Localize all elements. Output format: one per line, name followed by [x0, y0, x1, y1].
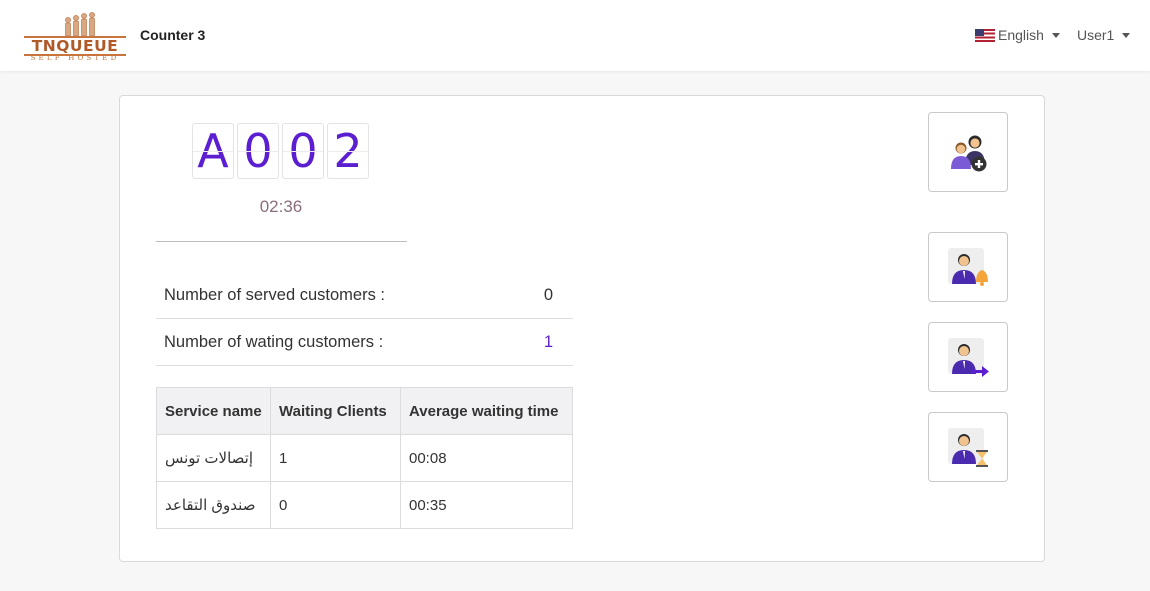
column-header: Waiting Clients	[270, 387, 401, 435]
ticket-char: 0	[282, 123, 324, 179]
column-header: Average waiting time	[400, 387, 573, 435]
served-customers-count: 0	[543, 285, 553, 304]
ticket-char: 0	[237, 123, 279, 179]
logo-text: TNQUEUE	[24, 36, 126, 56]
waiting-clients-cell: 1	[270, 434, 401, 482]
logo-subtext: SELF HOSTED	[30, 54, 120, 62]
divider	[156, 241, 407, 242]
table-row: صندوق التقاعد 0 00:35	[156, 481, 573, 529]
column-header: Service name	[156, 387, 271, 435]
tnqueue-logo[interactable]: TNQUEUE SELF HOSTED	[24, 10, 126, 62]
add-customer-button[interactable]	[928, 112, 1008, 192]
transfer-customer-icon	[948, 338, 989, 377]
chevron-down-icon	[1122, 32, 1131, 38]
waiting-clients-cell: 0	[270, 481, 401, 529]
ticket-char: A	[192, 123, 234, 179]
service-timer: 02:36	[259, 197, 303, 216]
counter-label: Counter 3	[140, 27, 206, 43]
us-flag-icon	[975, 28, 995, 42]
average-wait-cell: 00:08	[400, 434, 573, 482]
service-name-cell: صندوق التقاعد	[156, 481, 271, 529]
served-customers-row: Number of served customers : 0	[156, 272, 573, 319]
user-dropdown[interactable]: User1	[1077, 27, 1131, 43]
ticket-char: 2	[327, 123, 369, 179]
call-next-customer-button[interactable]	[928, 232, 1008, 302]
services-table: Service name Waiting Clients Average wai…	[156, 387, 573, 529]
put-on-hold-button[interactable]	[928, 412, 1008, 482]
waiting-customers-label: Number of wating customers :	[164, 332, 384, 351]
top-navbar: TNQUEUE SELF HOSTED Counter 3 English Us…	[0, 0, 1150, 71]
user-name: User1	[1077, 27, 1115, 43]
language-dropdown[interactable]: English	[975, 27, 1060, 43]
waiting-customers-row: Number of wating customers : 1	[156, 319, 573, 366]
waiting-customer-icon	[948, 428, 988, 467]
current-ticket-number: A 0 0 2	[192, 123, 369, 179]
transfer-customer-button[interactable]	[928, 322, 1008, 392]
table-row: إتصالات تونس 1 00:08	[156, 434, 573, 482]
language-label: English	[998, 27, 1044, 43]
add-customer-icon	[951, 135, 987, 172]
counter-panel: A 0 0 2 02:36 Number of served customers…	[119, 95, 1045, 562]
logo-people-icon	[65, 12, 95, 37]
waiting-customers-count: 1	[543, 332, 553, 351]
table-header-row: Service name Waiting Clients Average wai…	[156, 387, 573, 435]
service-name-cell: إتصالات تونس	[156, 434, 271, 482]
average-wait-cell: 00:35	[400, 481, 573, 529]
call-customer-icon	[948, 248, 988, 286]
served-customers-label: Number of served customers :	[164, 285, 385, 304]
chevron-down-icon	[1051, 32, 1060, 38]
